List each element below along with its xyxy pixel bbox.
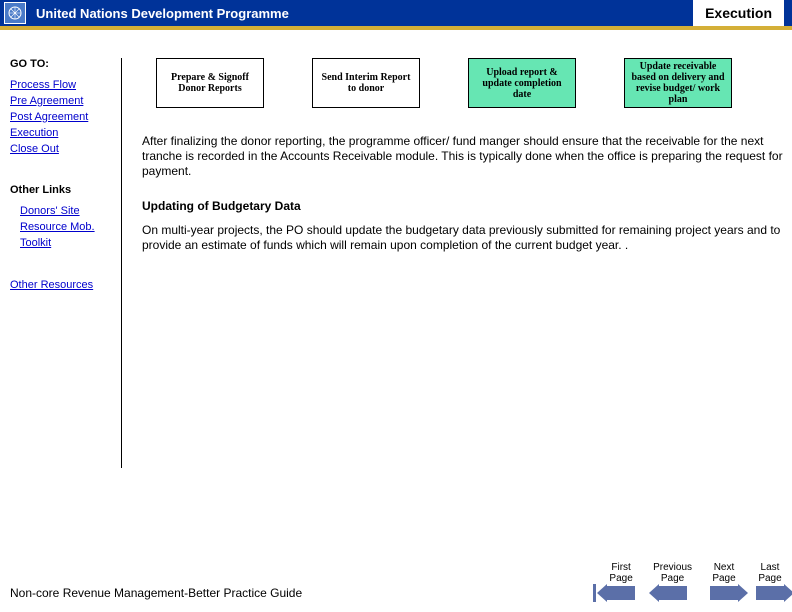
footer: Non-core Revenue Management-Better Pract… <box>10 563 784 600</box>
paragraph-reporting: After finalizing the donor reporting, th… <box>142 134 784 179</box>
flow-step-send-interim: Send Interim Report to donor <box>312 58 420 108</box>
nav-first-label: First Page <box>609 563 632 584</box>
flow-diagram: Prepare & Signoff Donor Reports Send Int… <box>142 58 784 108</box>
nav-prev-label: Previous Page <box>653 563 692 584</box>
other-links-heading: Other Links <box>10 184 121 196</box>
arrow-next-icon <box>710 586 738 600</box>
header-bar: United Nations Development Programme Exe… <box>0 0 792 26</box>
nav-next-label: Next Page <box>712 563 735 584</box>
subheading-budgetary: Updating of Budgetary Data <box>142 199 784 213</box>
un-logo-icon <box>4 2 26 24</box>
nav-next-page[interactable]: Next Page <box>710 563 738 600</box>
sidebar-link-resource-mob[interactable]: Resource Mob. <box>10 220 121 236</box>
goto-heading: GO TO: <box>10 58 121 70</box>
main-area: GO TO: Process Flow Pre Agreement Post A… <box>0 30 792 468</box>
flow-step-update-receivable: Update receivable based on delivery and … <box>624 58 732 108</box>
header-title: United Nations Development Programme <box>36 6 289 21</box>
sidebar-link-toolkit[interactable]: Toolkit <box>10 236 121 252</box>
sidebar-link-execution[interactable]: Execution <box>10 126 121 142</box>
sidebar-link-other-resources[interactable]: Other Resources <box>10 278 121 294</box>
footer-title: Non-core Revenue Management-Better Pract… <box>10 586 302 600</box>
page-nav-group: First Page Previous Page Next Page Last … <box>607 563 784 600</box>
nav-last-label: Last Page <box>758 563 781 584</box>
page-label: Execution <box>693 0 784 26</box>
sidebar-link-close-out[interactable]: Close Out <box>10 142 121 158</box>
nav-previous-page[interactable]: Previous Page <box>653 563 692 600</box>
flow-step-upload-report: Upload report & update completion date <box>468 58 576 108</box>
nav-last-page[interactable]: Last Page <box>756 563 784 600</box>
arrow-first-icon <box>607 586 635 600</box>
arrow-last-icon <box>756 586 784 600</box>
sidebar: GO TO: Process Flow Pre Agreement Post A… <box>0 58 122 468</box>
sidebar-link-pre-agreement[interactable]: Pre Agreement <box>10 94 121 110</box>
paragraph-budgetary: On multi-year projects, the PO should up… <box>142 223 784 253</box>
sidebar-link-post-agreement[interactable]: Post Agreement <box>10 110 121 126</box>
content-area: Prepare & Signoff Donor Reports Send Int… <box>122 58 792 468</box>
sidebar-link-donors-site[interactable]: Donors' Site <box>10 204 121 220</box>
sidebar-link-process-flow[interactable]: Process Flow <box>10 78 121 94</box>
arrow-prev-icon <box>659 586 687 600</box>
flow-step-prepare-signoff: Prepare & Signoff Donor Reports <box>156 58 264 108</box>
nav-first-page[interactable]: First Page <box>607 563 635 600</box>
